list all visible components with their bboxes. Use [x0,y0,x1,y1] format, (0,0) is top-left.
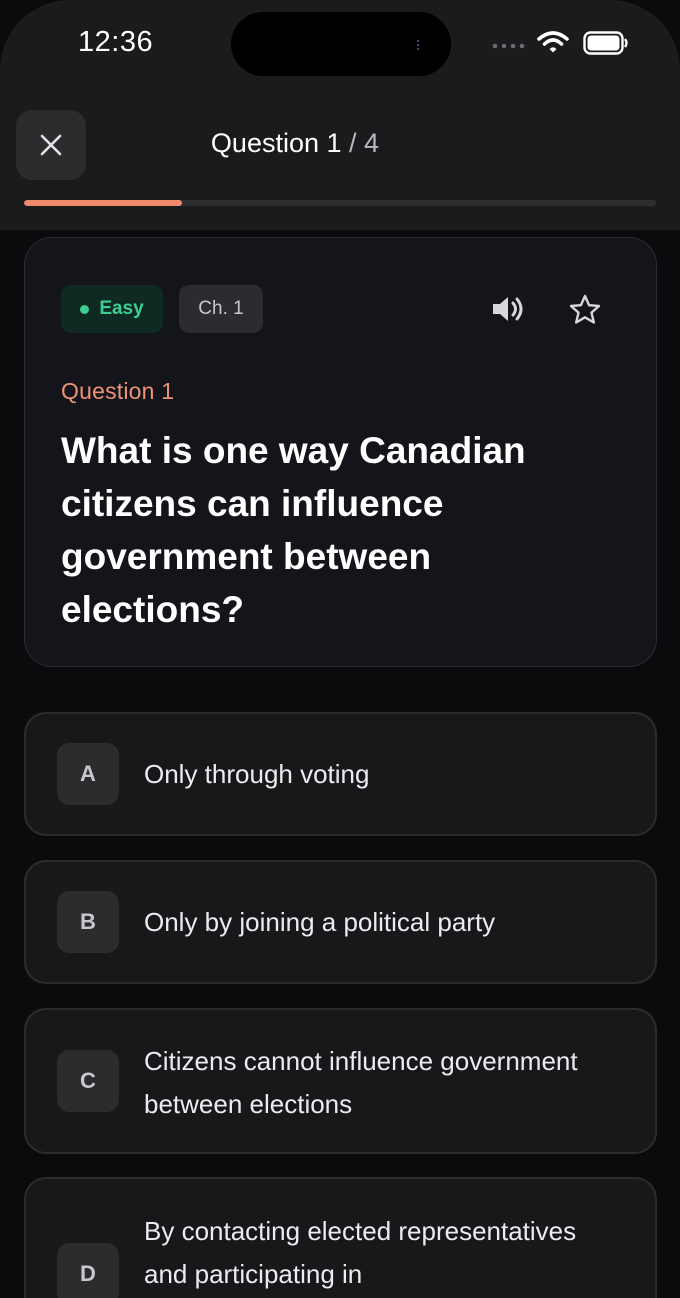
option-a[interactable]: A Only through voting [24,712,657,836]
question-card: Easy Ch. 1 Question 1 What is one way Ca… [24,237,657,667]
star-icon[interactable] [568,293,602,327]
dynamic-island [231,12,451,76]
option-text: By contacting elected representatives an… [144,1216,577,1289]
question-counter-total: / 4 [349,128,380,158]
option-letter: B [57,891,119,953]
option-letter: A [57,743,119,805]
option-letter: C [57,1050,119,1112]
question-counter-current: Question 1 [210,128,342,158]
question-counter: Question 1 / 4 [0,128,590,159]
progress-bar [24,200,656,206]
top-bar: 12:36 Question 1 / 4 [0,0,680,230]
speaker-icon[interactable] [491,293,527,325]
quiz-screen: 12:36 Question 1 / 4 Easy Ch. 1 Question… [0,0,680,1298]
option-letter: D [57,1243,119,1298]
option-d[interactable]: D By contacting elected representatives … [24,1177,657,1298]
question-text: What is one way Canadian citizens can in… [61,430,526,630]
signal-icon [492,43,525,49]
wifi-icon [537,31,569,53]
battery-icon [583,31,628,55]
progress-bar-fill [24,200,182,206]
option-b[interactable]: B Only by joining a political party [24,860,657,984]
difficulty-dot [80,304,90,314]
status-time: 12:36 [78,26,154,58]
option-text: Citizens cannot influence government bet… [144,1046,578,1119]
option-text: Only by joining a political party [144,907,496,937]
difficulty-badge: Easy [61,285,163,333]
island-indicator [417,40,421,50]
option-text: Only through voting [144,759,370,789]
chapter-badge: Ch. 1 [179,285,263,333]
question-label: Question 1 [61,378,175,404]
difficulty-label: Easy [99,298,144,319]
option-c[interactable]: C Citizens cannot influence government b… [24,1008,657,1154]
